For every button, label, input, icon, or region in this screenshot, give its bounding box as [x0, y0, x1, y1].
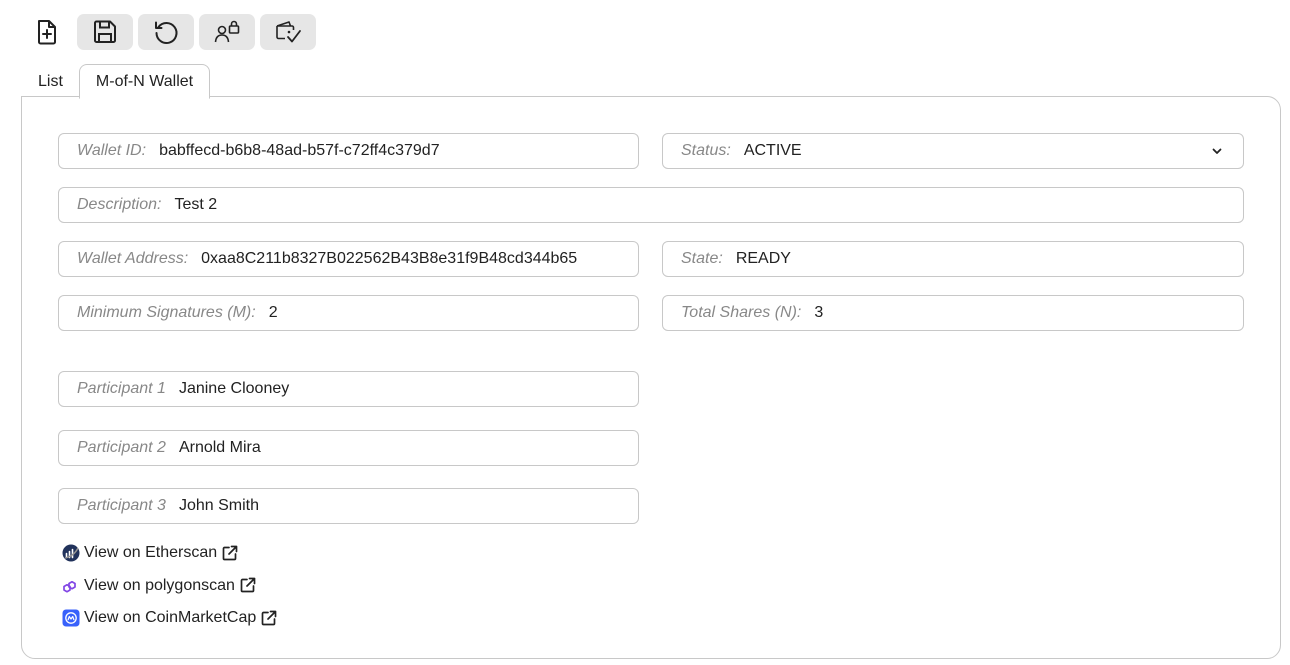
wallet-id-label: Wallet ID: — [77, 142, 147, 159]
status-label: Status: — [681, 142, 731, 159]
wallet-address-label: Wallet Address: — [77, 250, 189, 267]
external-link-icon — [240, 577, 256, 593]
participant-1-value: Janine Clooney — [178, 380, 290, 397]
total-shares-label: Total Shares (N): — [681, 304, 802, 321]
min-signatures-label: Minimum Signatures (M): — [77, 304, 256, 321]
chevron-down-icon — [1212, 148, 1222, 154]
refresh-icon — [155, 21, 178, 44]
wallet-verify-button[interactable] — [260, 14, 316, 50]
coinmarketcap-logo-icon — [62, 609, 80, 627]
participant-2-label: Participant 2 — [77, 439, 166, 456]
etherscan-logo-icon — [62, 544, 80, 562]
polygonscan-link[interactable]: View on polygonscan — [62, 575, 277, 597]
tab-m-of-n-wallet[interactable]: M-of-N Wallet — [78, 64, 211, 99]
external-link-icon — [261, 610, 277, 625]
wallet-id-field[interactable]: Wallet ID: babffecd-b6b8-48ad-b57f-c72ff… — [58, 133, 639, 169]
wallet-check-icon — [276, 21, 301, 43]
new-button[interactable] — [26, 14, 72, 50]
save-icon — [94, 20, 116, 43]
description-label: Description: — [77, 196, 162, 213]
tab-bar: List M-of-N Wallet — [22, 62, 211, 99]
refresh-button[interactable] — [138, 14, 194, 50]
etherscan-link[interactable]: View on Etherscan — [62, 542, 277, 564]
participant-3-value: John Smith — [178, 497, 259, 514]
polygonscan-link-label: View on polygonscan — [84, 576, 235, 594]
state-field[interactable]: State: READY — [662, 241, 1244, 277]
total-shares-value: 3 — [814, 304, 824, 321]
etherscan-link-label: View on Etherscan — [84, 544, 218, 561]
description-field[interactable]: Description: Test 2 — [58, 187, 1244, 223]
state-label: State: — [681, 250, 723, 267]
coinmarketcap-link[interactable]: View on CoinMarketCap — [62, 607, 277, 629]
participant-1-field[interactable]: Participant 1 Janine Clooney — [58, 371, 639, 407]
wallet-id-value: babffecd-b6b8-48ad-b57f-c72ff4c379d7 — [159, 142, 440, 159]
participant-1-label: Participant 1 — [77, 380, 166, 397]
total-shares-field[interactable]: Total Shares (N): 3 — [662, 295, 1244, 331]
toolbar — [26, 14, 316, 50]
explorer-links: View on Etherscan View on polygonscan Vi… — [62, 542, 277, 640]
wallet-address-value: 0xaa8C211b8327B022562B43B8e31f9B48cd344b… — [201, 250, 578, 267]
user-lock-icon — [214, 20, 240, 43]
new-document-icon — [38, 20, 56, 45]
participant-3-field[interactable]: Participant 3 John Smith — [58, 488, 639, 524]
status-select[interactable]: Status: ACTIVE — [662, 133, 1244, 169]
description-value: Test 2 — [174, 196, 218, 213]
coinmarketcap-link-label: View on CoinMarketCap — [84, 609, 257, 626]
participant-2-field[interactable]: Participant 2 Arnold Mira — [58, 430, 639, 466]
state-value: READY — [735, 250, 791, 267]
min-signatures-value: 2 — [268, 304, 278, 321]
save-button[interactable] — [77, 14, 133, 50]
wallet-address-field[interactable]: Wallet Address: 0xaa8C211b8327B022562B43… — [58, 241, 639, 277]
participant-3-label: Participant 3 — [77, 497, 166, 514]
tab-list[interactable]: List — [22, 65, 79, 98]
status-value: ACTIVE — [743, 142, 802, 159]
external-link-icon — [222, 545, 238, 560]
participant-2-value: Arnold Mira — [178, 439, 261, 456]
participant-lock-button[interactable] — [199, 14, 255, 50]
min-signatures-field[interactable]: Minimum Signatures (M): 2 — [58, 295, 639, 331]
polygon-logo-icon — [62, 577, 80, 595]
